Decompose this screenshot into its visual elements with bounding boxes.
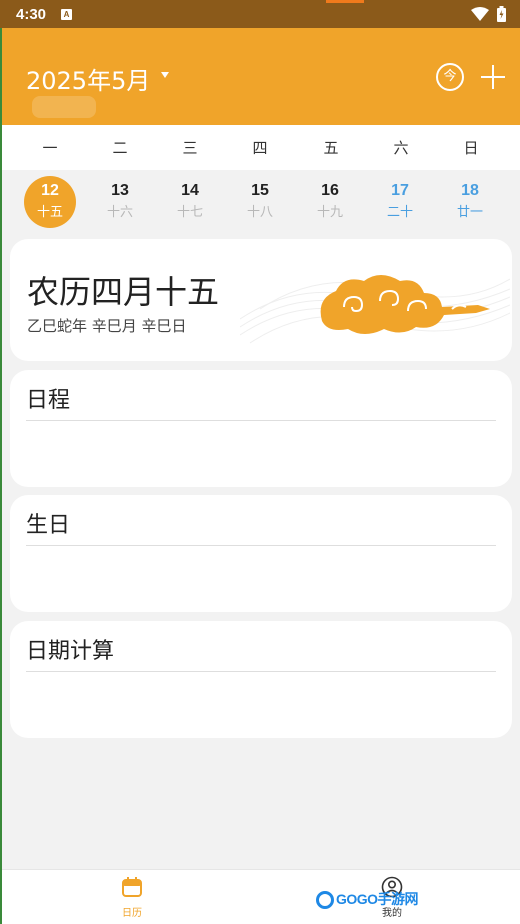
ganzhi-subtitle: 乙巳蛇年 辛巳月 辛巳日 (27, 317, 187, 335)
camera-notch (326, 0, 364, 3)
day-lunar: 十八 (246, 205, 273, 220)
bottom-tab-bar: 日历 我的 (2, 869, 520, 924)
day-cell[interactable]: 15 十八 (234, 176, 286, 228)
app-header: 2025年5月 今 (2, 28, 520, 125)
day-number: 17 (391, 182, 409, 199)
day-number: 13 (111, 182, 129, 199)
lunar-date-card[interactable]: 农历四月十五 乙巳蛇年 辛巳月 辛巳日 (10, 239, 512, 361)
calendar-icon (122, 877, 142, 897)
day-cell[interactable]: 13 十六 (94, 176, 146, 228)
day-number: 12 (41, 182, 59, 199)
day-number: 18 (461, 182, 479, 199)
auspicious-cloud-icon (240, 275, 510, 344)
status-bar: 4:30 A (0, 0, 520, 28)
weekday-label: 四 (252, 139, 268, 157)
day-number: 15 (251, 182, 269, 199)
weekday-header: 一 二 三 四 五 六 日 (2, 125, 520, 170)
tab-label: 日历 (122, 908, 142, 919)
day-cell-selected[interactable]: 12 十五 (24, 176, 76, 228)
weekday-label: 三 (182, 139, 198, 157)
day-lunar: 廿一 (456, 205, 483, 220)
add-icon[interactable] (479, 63, 507, 91)
wifi-icon (471, 7, 489, 21)
status-time: 4:30 (16, 6, 47, 23)
weekday-label: 日 (463, 139, 479, 157)
day-number: 16 (321, 182, 339, 199)
section-title: 生日 (26, 513, 71, 538)
section-title: 日期计算 (26, 639, 115, 664)
today-button[interactable]: 今 (436, 63, 464, 91)
day-cell-weekend[interactable]: 18 廿一 (444, 176, 496, 228)
day-lunar: 十六 (106, 205, 133, 220)
weekday-label: 二 (112, 139, 128, 157)
divider (26, 671, 496, 672)
day-lunar: 十五 (36, 205, 63, 220)
notification-a-icon: A (61, 9, 72, 20)
tab-calendar[interactable]: 日历 (92, 876, 172, 919)
chevron-down-icon[interactable] (161, 72, 169, 78)
day-lunar: 二十 (386, 205, 413, 220)
day-lunar: 十九 (316, 205, 343, 220)
weekday-label: 一 (42, 139, 58, 157)
day-cell-weekend[interactable]: 17 二十 (374, 176, 426, 228)
watermark-g-icon (316, 891, 334, 910)
weekday-label: 六 (393, 139, 409, 157)
day-lunar: 十七 (176, 205, 203, 220)
weekday-label: 五 (323, 139, 339, 157)
section-title: 日程 (26, 388, 71, 413)
divider (26, 420, 496, 421)
divider (26, 545, 496, 546)
lunar-date-title: 农历四月十五 (27, 273, 220, 311)
date-calc-card[interactable]: 日期计算 (10, 621, 512, 738)
day-number: 14 (181, 182, 199, 199)
month-title[interactable]: 2025年5月 (26, 61, 150, 96)
watermark-logo: GOGO手游网 (316, 889, 419, 910)
birthday-card[interactable]: 生日 (10, 495, 512, 612)
blurred-overlay (32, 96, 96, 118)
week-strip: 12 十五 13 十六 14 十七 15 十八 16 十九 17 二十 18 廿… (2, 170, 520, 234)
watermark-text: GOGO手游网 (336, 891, 419, 907)
day-cell[interactable]: 14 十七 (164, 176, 216, 228)
day-cell[interactable]: 16 十九 (304, 176, 356, 228)
schedule-card[interactable]: 日程 (10, 370, 512, 487)
battery-icon (497, 6, 506, 22)
